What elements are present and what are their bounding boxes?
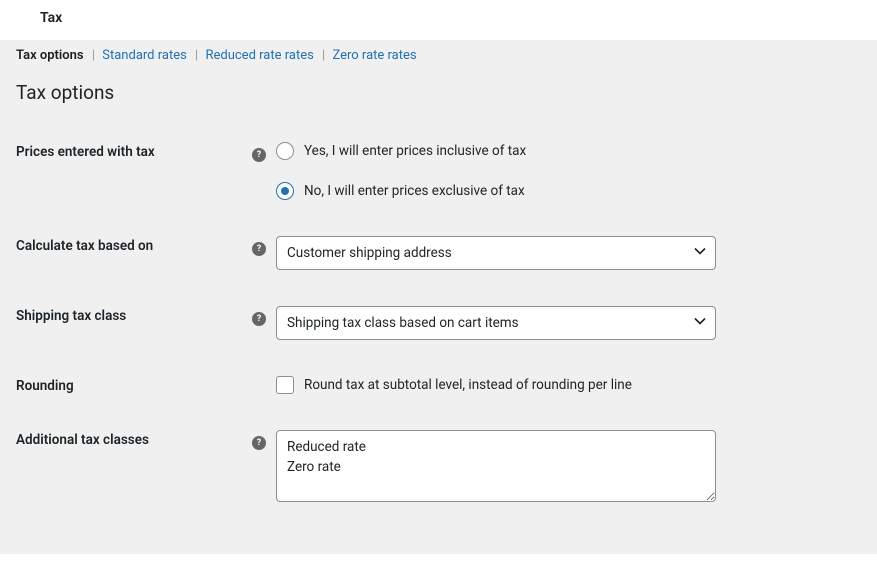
row-additional-tax-classes: Additional tax classes ?	[16, 412, 865, 524]
radio-circle-icon	[276, 142, 294, 160]
tab-separator: |	[195, 48, 198, 63]
select-shipping-tax-class[interactable]: Shipping tax class based on cart items	[276, 306, 716, 340]
content-area: Tax options | Standard rates | Reduced r…	[0, 40, 877, 554]
checkbox-label-rounding: Round tax at subtotal level, instead of …	[304, 377, 632, 393]
section-title: Tax options	[16, 81, 865, 104]
help-icon[interactable]: ?	[252, 312, 266, 326]
tab-reduced-rate-rates[interactable]: Reduced rate rates	[205, 48, 313, 63]
label-shipping-tax-class: Shipping tax class	[16, 306, 252, 324]
help-icon[interactable]: ?	[252, 436, 266, 450]
radio-circle-icon	[276, 182, 294, 200]
tab-zero-rate-rates[interactable]: Zero rate rates	[332, 48, 416, 63]
label-calculate-tax: Calculate tax based on	[16, 236, 252, 254]
checkbox-rounding[interactable]	[276, 376, 294, 394]
label-prices-entered-with-tax: Prices entered with tax	[16, 142, 252, 160]
select-value: Customer shipping address	[287, 245, 452, 261]
tab-tax-options[interactable]: Tax options	[16, 48, 84, 63]
row-calculate-tax: Calculate tax based on ? Customer shippi…	[16, 218, 865, 288]
page-title: Tax	[0, 0, 877, 40]
tab-standard-rates[interactable]: Standard rates	[102, 48, 187, 63]
label-rounding: Rounding	[16, 376, 252, 394]
form-table: Prices entered with tax ? Yes, I will en…	[16, 124, 865, 524]
help-icon[interactable]: ?	[252, 242, 266, 256]
textarea-additional-tax-classes[interactable]	[276, 430, 716, 502]
label-additional-tax-classes: Additional tax classes	[16, 430, 252, 448]
select-calculate-tax[interactable]: Customer shipping address	[276, 236, 716, 270]
radio-prices-inclusive[interactable]: Yes, I will enter prices inclusive of ta…	[276, 142, 716, 160]
select-value: Shipping tax class based on cart items	[287, 315, 519, 331]
tab-separator: |	[322, 48, 325, 63]
radio-label-exclusive: No, I will enter prices exclusive of tax	[304, 183, 525, 199]
tab-separator: |	[92, 48, 95, 63]
row-prices-entered-with-tax: Prices entered with tax ? Yes, I will en…	[16, 124, 865, 218]
row-shipping-tax-class: Shipping tax class ? Shipping tax class …	[16, 288, 865, 358]
row-rounding: Rounding Round tax at subtotal level, in…	[16, 358, 865, 412]
sub-tabs: Tax options | Standard rates | Reduced r…	[16, 40, 865, 81]
radio-label-inclusive: Yes, I will enter prices inclusive of ta…	[304, 143, 526, 159]
radio-prices-exclusive[interactable]: No, I will enter prices exclusive of tax	[276, 182, 716, 200]
help-icon[interactable]: ?	[252, 148, 266, 162]
